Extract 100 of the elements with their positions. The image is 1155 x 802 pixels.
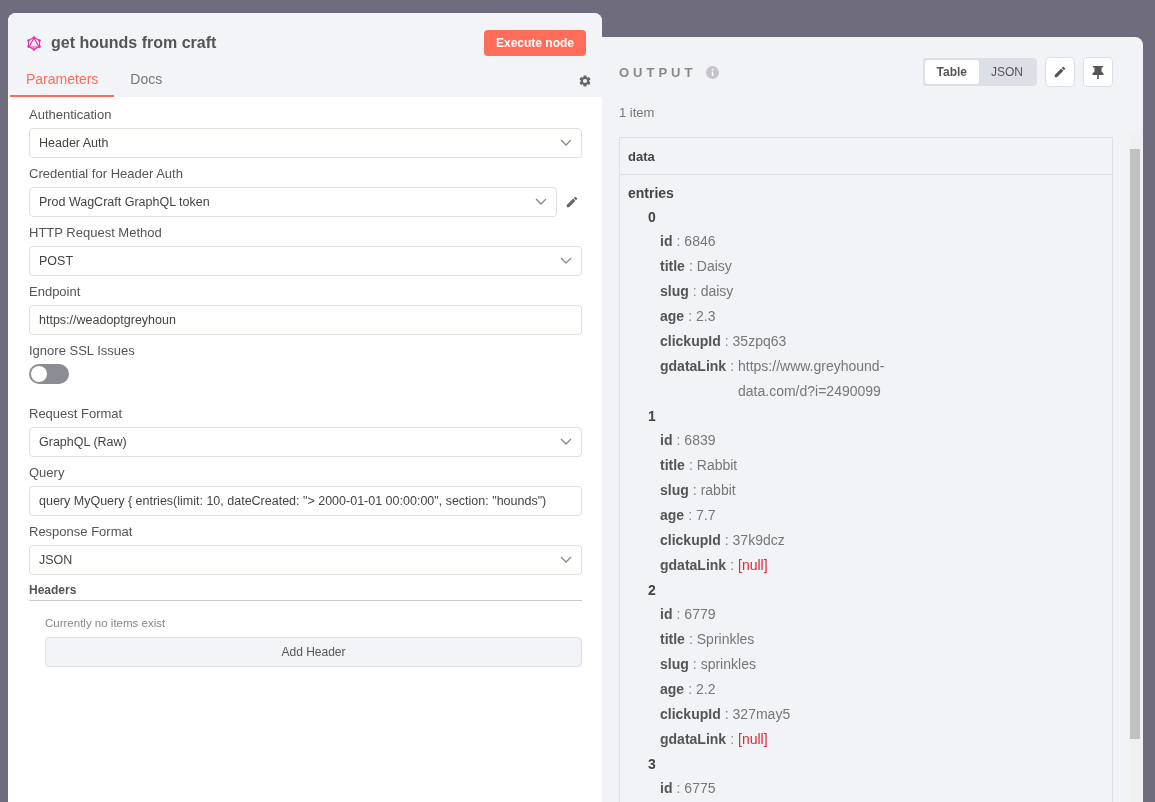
field-value: 2.2 bbox=[696, 680, 716, 699]
field-value: 6839 bbox=[684, 431, 716, 450]
field-value: 37k9dcz bbox=[732, 531, 785, 550]
field-key: title bbox=[660, 254, 685, 279]
chevron-down-icon bbox=[560, 139, 572, 147]
chevron-down-icon bbox=[560, 438, 572, 446]
field-label: Endpoint bbox=[29, 284, 82, 299]
select-field[interactable]: JSON bbox=[29, 545, 582, 575]
graphql-logo-icon bbox=[27, 35, 41, 51]
field-key: slug bbox=[660, 279, 689, 304]
field-value: 6775 bbox=[684, 779, 716, 798]
separator: : bbox=[724, 531, 729, 550]
tree-index: 3 bbox=[648, 755, 657, 774]
section-title: Headers bbox=[29, 583, 582, 601]
select-field[interactable]: Prod WagCraft GraphQL token bbox=[29, 187, 557, 217]
separator: : bbox=[688, 257, 693, 276]
info-icon bbox=[706, 65, 720, 79]
field-key: title bbox=[660, 627, 685, 652]
toggle-switch[interactable] bbox=[29, 364, 69, 384]
chevron-down-icon bbox=[560, 556, 572, 564]
item-count: 1 item bbox=[619, 105, 656, 120]
field-key: clickupId bbox=[660, 528, 721, 553]
separator: : bbox=[688, 680, 692, 699]
separator: : bbox=[730, 556, 734, 575]
field-label: Response Format bbox=[29, 524, 134, 539]
column-header: data bbox=[620, 138, 1112, 175]
field-value: sprinkles bbox=[700, 655, 756, 674]
chevron-down-icon bbox=[560, 257, 572, 265]
edit-button[interactable] bbox=[1045, 57, 1075, 87]
field-value: 35zpq63 bbox=[732, 332, 787, 351]
pin-icon bbox=[1092, 65, 1104, 79]
field-key: gdataLink bbox=[660, 354, 727, 379]
field-value: Daisy bbox=[696, 257, 732, 276]
separator: : bbox=[730, 730, 734, 749]
field-value: 6779 bbox=[684, 605, 716, 624]
field-value: rabbit bbox=[700, 481, 736, 500]
view-tab[interactable]: JSON bbox=[979, 60, 1035, 84]
field-key: id bbox=[660, 776, 673, 801]
field-key: age bbox=[660, 677, 685, 702]
field-value: 6846 bbox=[684, 232, 716, 251]
field-key: age bbox=[660, 304, 685, 329]
add-header-button[interactable]: Add Header bbox=[45, 637, 582, 667]
field-label: Query bbox=[29, 465, 66, 480]
separator: : bbox=[688, 506, 692, 525]
pencil-icon[interactable] bbox=[565, 195, 579, 209]
select-field[interactable]: POST bbox=[29, 246, 582, 276]
field-value: Sprinkles bbox=[696, 630, 755, 649]
tree-index: 0 bbox=[648, 208, 657, 227]
field-key: id bbox=[660, 229, 673, 254]
separator: : bbox=[692, 282, 697, 301]
chevron-down-icon bbox=[535, 198, 547, 206]
empty-note: Currently no items exist bbox=[45, 617, 167, 629]
field-value: Rabbit bbox=[696, 456, 738, 475]
separator: : bbox=[730, 357, 734, 376]
separator: : bbox=[676, 232, 681, 251]
field-value: https://www.greyhound-data.com/d?i=2490099 bbox=[738, 357, 886, 401]
field-value: 327may5 bbox=[732, 705, 791, 724]
field-label: Authentication bbox=[29, 107, 113, 122]
field-key: clickupId bbox=[660, 702, 721, 727]
field-label: HTTP Request Method bbox=[29, 225, 163, 240]
field-key: gdataLink bbox=[660, 553, 727, 578]
field-key: age bbox=[660, 503, 685, 528]
tree-index: 2 bbox=[648, 581, 657, 600]
field-value: 7.7 bbox=[696, 506, 716, 525]
null-value: [null] bbox=[738, 556, 768, 575]
input-field[interactable]: https://weadoptgreyhoun bbox=[29, 305, 582, 335]
separator: : bbox=[724, 705, 729, 724]
field-value: 2.3 bbox=[696, 307, 716, 326]
field-key: gdataLink bbox=[660, 727, 727, 752]
view-tab[interactable]: Table bbox=[924, 60, 979, 84]
pencil-icon bbox=[1053, 65, 1067, 79]
select-field[interactable]: GraphQL (Raw) bbox=[29, 427, 582, 457]
input-field[interactable]: query MyQuery { entries(limit: 10, dateCreated: "> 2000-01-01 00:00:00", section: "hounds") bbox=[29, 486, 582, 516]
field-label: Credential for Header Auth bbox=[29, 166, 184, 181]
separator: : bbox=[692, 481, 697, 500]
output-title: OUTPUT bbox=[619, 64, 697, 80]
field-label: Ignore SSL Issues bbox=[29, 343, 136, 358]
select-field[interactable]: Header Auth bbox=[29, 128, 582, 158]
separator: : bbox=[688, 307, 692, 326]
field-key: clickupId bbox=[660, 329, 721, 354]
separator: : bbox=[676, 431, 681, 450]
field-key: title bbox=[660, 453, 685, 478]
field-key: slug bbox=[660, 478, 689, 503]
node-title: get hounds from craft bbox=[51, 34, 218, 52]
settings-icon[interactable] bbox=[578, 74, 592, 88]
separator: : bbox=[724, 332, 729, 351]
tree-index: 1 bbox=[648, 407, 657, 426]
null-value: [null] bbox=[738, 730, 768, 749]
field-key: id bbox=[660, 602, 673, 627]
separator: : bbox=[676, 779, 681, 798]
tree-key: entries bbox=[628, 181, 1104, 205]
separator: : bbox=[688, 456, 693, 475]
pin-button[interactable] bbox=[1083, 57, 1113, 87]
separator: : bbox=[688, 630, 693, 649]
field-value: daisy bbox=[700, 282, 734, 301]
field-label: Request Format bbox=[29, 406, 124, 421]
field-key: slug bbox=[660, 652, 689, 677]
field-key: id bbox=[660, 428, 673, 453]
separator: : bbox=[692, 655, 697, 674]
panel-tab[interactable]: Docs bbox=[114, 65, 179, 97]
